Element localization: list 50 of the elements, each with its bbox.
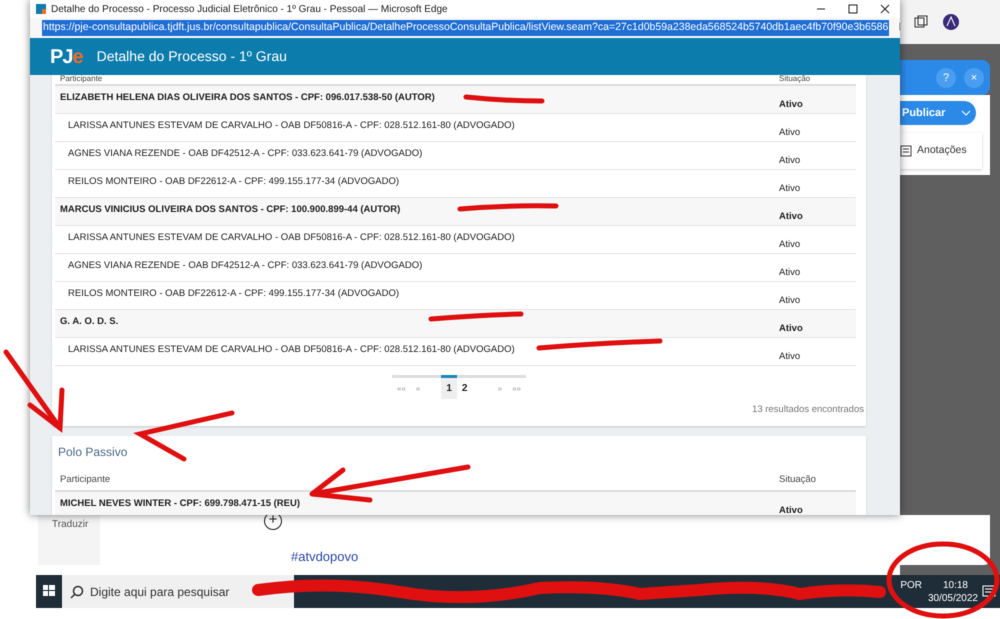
- section-title: Polo Passivo: [58, 444, 128, 462]
- table-cell-text: REILOS MONTEIRO - OAB DF22612-A - CPF: 499.155.177-34 (ADVOGADO): [68, 175, 400, 189]
- search-field[interactable]: Digite aqui para pesquisar: [62, 575, 294, 608]
- page-button[interactable]: 2: [456, 375, 472, 399]
- notes-label: Anotações: [917, 143, 967, 158]
- close-icon[interactable]: [880, 4, 890, 14]
- table-cell-text: LARISSA ANTUNES ESTEVAM DE CARVALHO - OAB DF50816-A - CPF: 028.512.161-80 (ADVOGADO): [68, 231, 515, 245]
- table-cell-text: AGNES VIANA REZENDE - OAB DF42512-A - CPF: 033.623.641-79 (ADVOGADO): [68, 147, 422, 161]
- table-cell-text: LARISSA ANTUNES ESTEVAM DE CARVALHO - OAB DF50816-A - CPF: 028.512.161-80 (ADVOGADO): [68, 119, 515, 133]
- window-title: Detalhe do Processo - Processo Judicial Eletrônico - 1º Grau - Pessoal — Microsoft Edge: [51, 2, 448, 16]
- table-cell-text: REILOS MONTEIRO - OAB DF22612-A - CPF: 499.155.177-34 (ADVOGADO): [68, 287, 400, 301]
- table-cell-text: Ativo: [779, 322, 804, 336]
- clock-time[interactable]: 10:18: [928, 579, 978, 592]
- table-cell-text: ELIZABETH HELENA DIAS OLIVEIRA DOS SANTOS - CPF: 096.017.538-50 (AUTOR): [60, 91, 435, 105]
- note-icon: [900, 144, 912, 157]
- address-field[interactable]: https://pje-consultapublica.tjdft.jus.br/consultapublica/ConsultaPublica/DetalheProcessoConsultaPublica/listView.seam?ca=27c1d0b59a238eda568524b5740db1aec4fb70f90e3b6586: [42, 20, 890, 36]
- pje-logo: PJe: [50, 44, 83, 70]
- app-icon: [36, 4, 46, 14]
- language-indicator[interactable]: POR: [900, 579, 922, 592]
- table-cell-text: Ativo: [779, 126, 802, 140]
- page-title: Detalhe do Processo - 1º Grau: [96, 47, 287, 66]
- table-cell-text: Ativo: [779, 182, 802, 196]
- column-header: Situação: [779, 75, 812, 82]
- collections-icon[interactable]: [914, 15, 928, 29]
- table-cell-text: Ativo: [779, 238, 802, 252]
- profile-icon[interactable]: [942, 13, 960, 31]
- table-cell-text: G. A. O. D. S.: [60, 315, 118, 329]
- maximize-icon[interactable]: [848, 4, 858, 14]
- table-cell-text: Ativo: [779, 266, 802, 280]
- table-cell-text: MICHEL NEVES WINTER - CPF: 699.798.471-15 (REU): [60, 496, 300, 510]
- table-cell-text: Ativo: [779, 350, 802, 364]
- table-cell-text: MARCUS VINICIUS OLIVEIRA DOS SANTOS - CPF: 100.900.899-44 (AUTOR): [60, 203, 400, 217]
- page-button[interactable]: 1: [441, 375, 457, 399]
- translate-link[interactable]: Traduzir: [38, 515, 100, 565]
- table-cell-text: Ativo: [779, 154, 802, 168]
- column-header: Participante: [60, 473, 112, 488]
- table-cell-text: AGNES VIANA REZENDE - OAB DF42512-A - CPF: 033.623.641-79 (ADVOGADO): [68, 259, 422, 273]
- table-cell-text: Ativo: [779, 294, 802, 308]
- notes-item[interactable]: Anotações: [900, 133, 982, 169]
- notification-icon[interactable]: [982, 585, 996, 599]
- table-cell-text: LARISSA ANTUNES ESTEVAM DE CARVALHO - OAB DF50816-A - CPF: 028.512.161-80 (ADVOGADO): [68, 343, 515, 357]
- hashtag-text: #atvdopovo: [291, 548, 358, 566]
- column-header: Participante: [60, 75, 104, 82]
- table-cell-text: Ativo: [779, 504, 804, 515]
- table-cell-text: Ativo: [779, 98, 804, 112]
- results-count: 13 resultados encontrados: [751, 403, 865, 417]
- table-cell-text: Ativo: [779, 210, 804, 224]
- publish-button[interactable]: Publicar: [900, 101, 976, 125]
- column-header: Situação: [779, 473, 817, 488]
- clock-date[interactable]: 30/05/2022: [928, 592, 978, 605]
